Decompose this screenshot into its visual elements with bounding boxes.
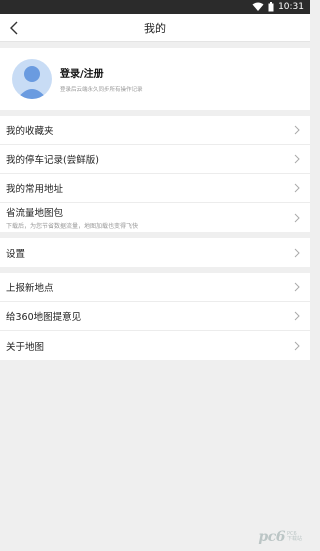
chevron-right-icon — [294, 183, 300, 193]
battery-icon — [268, 2, 274, 12]
chevron-right-icon — [294, 248, 300, 257]
page-title: 我的 — [144, 21, 166, 35]
menu-item-parking-records[interactable]: 我的停车记录(尝鲜版) — [0, 145, 310, 174]
menu-item-offline-map[interactable]: 省流量地图包 下载后，为您节省数据流量，地图加载也变得飞快 — [0, 203, 310, 232]
menu-item-label: 省流量地图包 — [6, 208, 64, 219]
menu-group-settings: 设置 — [0, 238, 310, 267]
user-icon — [17, 66, 47, 99]
watermark-logo: pc6 — [258, 529, 285, 545]
status-bar: 10:31 — [0, 0, 310, 14]
watermark: pc6 PC6 下载站 — [258, 529, 302, 545]
avatar[interactable] — [12, 59, 52, 99]
login-register-link[interactable]: 登录/注册 — [60, 65, 143, 80]
menu-item-label: 给360地图提意见 — [6, 312, 82, 323]
menu-item-label: 我的常用地址 — [6, 184, 64, 195]
menu-item-settings[interactable]: 设置 — [0, 238, 310, 267]
back-button[interactable] — [6, 20, 22, 36]
menu-group-main: 我的收藏夹 我的停车记录(尝鲜版) 我的常用地址 省流量地图包 下载后，为您节省… — [0, 116, 310, 232]
menu-item-about[interactable]: 关于地图 — [0, 331, 310, 360]
menu-item-label: 我的收藏夹 — [6, 126, 54, 137]
chevron-right-icon — [294, 154, 300, 164]
chevron-right-icon — [294, 282, 300, 292]
menu-item-feedback[interactable]: 给360地图提意见 — [0, 302, 310, 331]
menu-item-description: 下载后，为您节省数据流量，地图加载也变得飞快 — [6, 223, 139, 230]
menu-item-label: 我的停车记录(尝鲜版) — [6, 155, 99, 166]
menu-item-label: 上报新地点 — [6, 283, 54, 294]
watermark-line2: 下载站 — [286, 536, 302, 542]
menu-item-label: 关于地图 — [6, 341, 45, 353]
menu-item-common-addresses[interactable]: 我的常用地址 — [0, 174, 310, 203]
chevron-right-icon — [294, 125, 300, 135]
menu-item-favorites[interactable]: 我的收藏夹 — [0, 116, 310, 145]
menu-item-report-place[interactable]: 上报新地点 — [0, 273, 310, 302]
chevron-right-icon — [294, 213, 300, 222]
chevron-right-icon — [294, 311, 300, 321]
chevron-left-icon — [10, 21, 18, 35]
wifi-icon — [252, 2, 264, 11]
profile-card[interactable]: 登录/注册 登录后云端永久同步所有操作记录 — [0, 48, 310, 110]
login-hint: 登录后云端永久同步所有操作记录 — [60, 87, 143, 93]
nav-bar: 我的 — [0, 14, 310, 42]
menu-item-label: 设置 — [6, 248, 26, 260]
menu-group-feedback: 上报新地点 给360地图提意见 关于地图 — [0, 273, 310, 360]
status-time: 10:31 — [278, 2, 304, 12]
chevron-right-icon — [294, 341, 300, 350]
